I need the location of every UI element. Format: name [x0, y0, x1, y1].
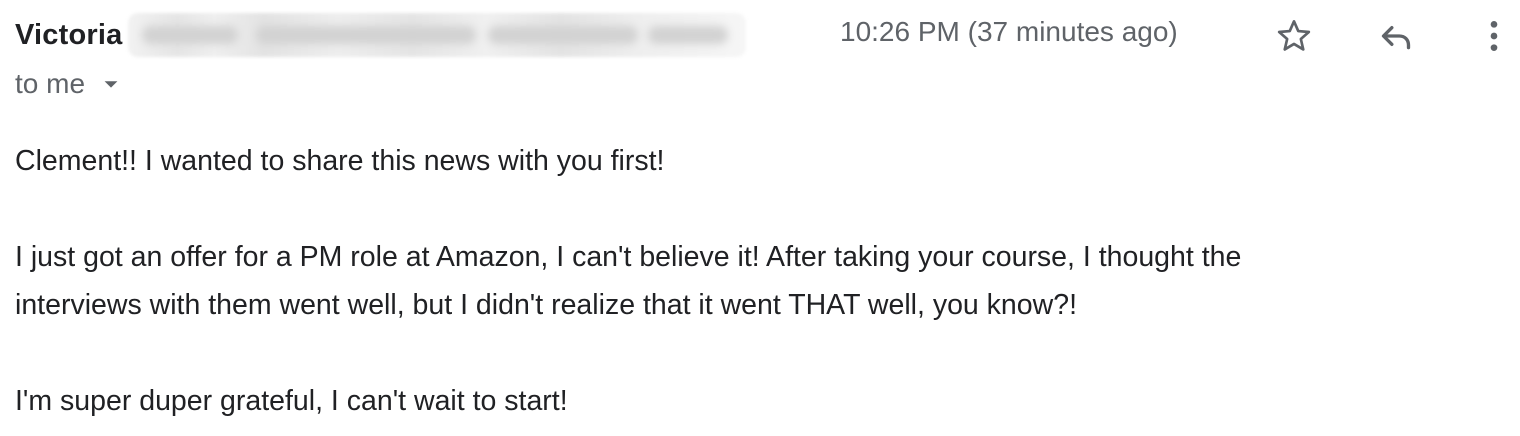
recipient-label: to me: [15, 68, 86, 99]
message-timestamp: 10:26 PM (37 minutes ago): [840, 16, 1178, 47]
message-line: interviews with them went well, but I di…: [15, 289, 1077, 321]
message-line: Clement!! I wanted to share this news wi…: [15, 145, 665, 177]
message-line: I'm super duper grateful, I can't wait t…: [15, 385, 568, 417]
star-icon: [1277, 20, 1311, 51]
star-button[interactable]: [1272, 14, 1316, 58]
reply-button[interactable]: [1374, 14, 1418, 58]
sender-name[interactable]: Victoria: [15, 19, 122, 52]
message-header: Victoria: [15, 12, 747, 58]
more-vert-icon: [1490, 21, 1498, 51]
reply-icon: [1381, 26, 1411, 50]
recipient-details-button[interactable]: [99, 72, 123, 96]
arrow-drop-down-icon: [104, 81, 118, 88]
sender-email-redacted: [128, 13, 747, 57]
message-line: I just got an offer for a PM role at Ama…: [15, 241, 1242, 273]
message-body: Clement!! I wanted to share this news wi…: [15, 137, 1495, 425]
recipient-line: to me: [15, 68, 123, 100]
more-options-button[interactable]: [1472, 14, 1516, 58]
